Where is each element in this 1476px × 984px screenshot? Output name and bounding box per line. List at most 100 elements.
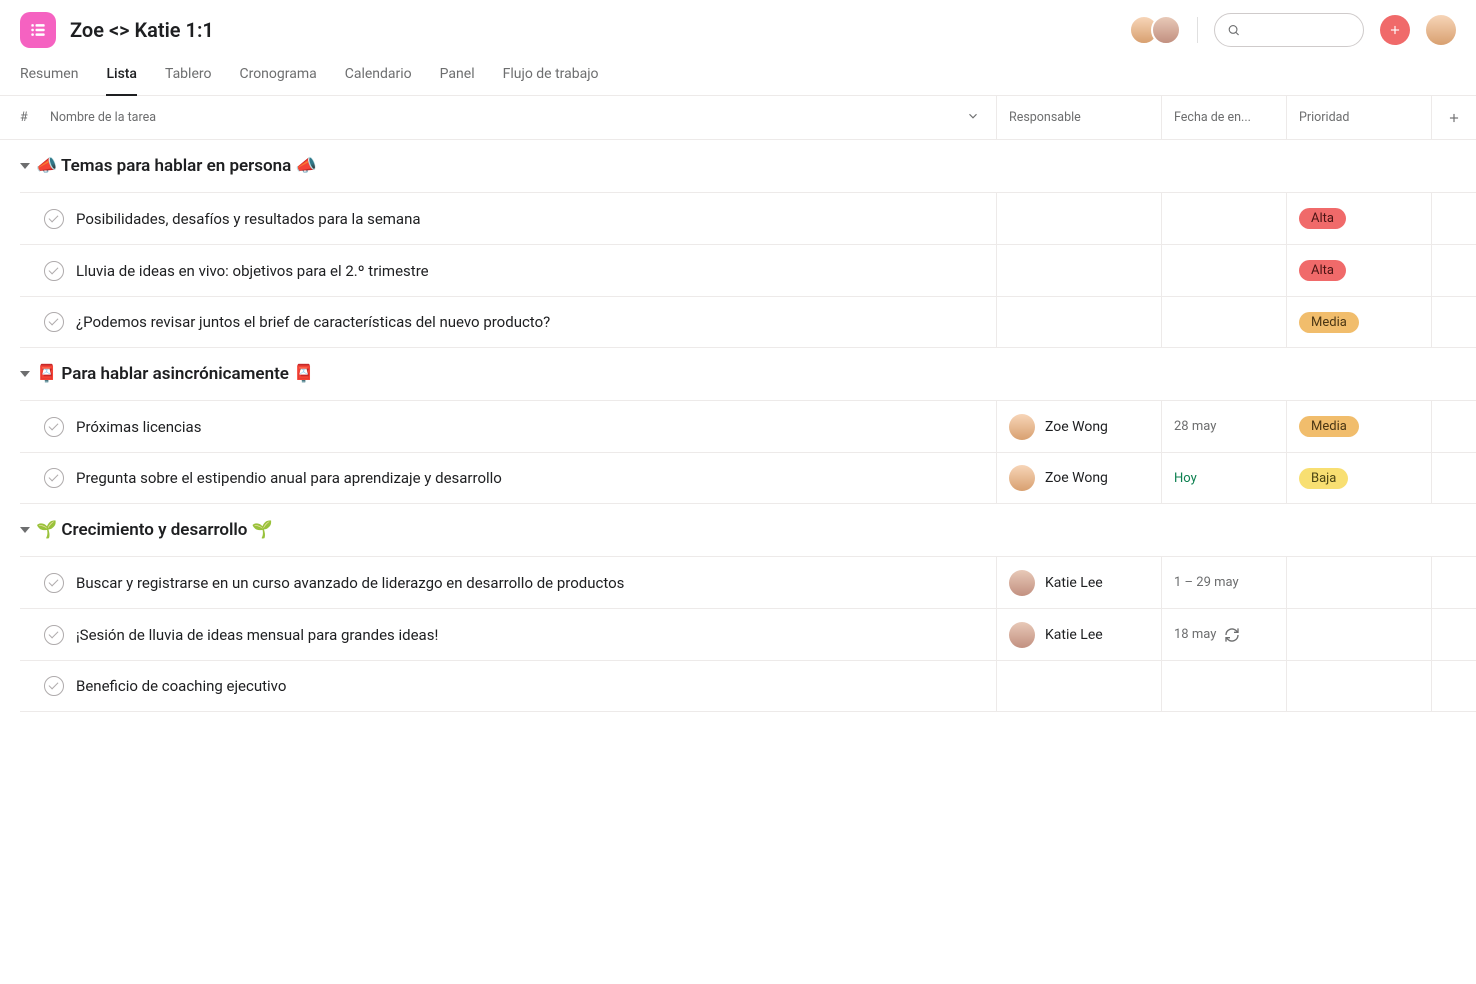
list-icon — [28, 20, 48, 40]
assignee-cell[interactable]: Zoe Wong — [996, 401, 1161, 452]
tab-lista[interactable]: Lista — [106, 58, 137, 96]
search-icon — [1227, 22, 1240, 38]
header: Zoe <> Katie 1:1 Resumen Lista Tablero Cron… — [0, 0, 1476, 96]
task-name-cell[interactable]: Posibilidades, desafíos y resultados par… — [20, 193, 996, 244]
assignee-avatar — [1009, 570, 1035, 596]
title-row: Zoe <> Katie 1:1 — [20, 12, 1456, 48]
tabs: Resumen Lista Tablero Cronograma Calendario P… — [20, 58, 1456, 95]
complete-checkbox[interactable] — [44, 312, 64, 332]
assignee-avatar — [1009, 465, 1035, 491]
task-row[interactable]: Beneficio de coaching ejecutivo — [20, 660, 1476, 712]
section: 📮 Para hablar asincrónicamente 📮Próximas… — [0, 348, 1476, 504]
section: 📣 Temas para hablar en persona 📣 Posibili… — [0, 140, 1476, 348]
avatar-katie[interactable] — [1151, 15, 1181, 45]
complete-checkbox[interactable] — [44, 209, 64, 229]
assignee-cell[interactable] — [996, 245, 1161, 296]
due-date-cell[interactable]: 28 may — [1161, 401, 1286, 452]
column-task-name[interactable]: Nombre de la tarea — [50, 109, 996, 127]
assignee-cell[interactable]: Zoe Wong — [996, 453, 1161, 503]
search-box[interactable] — [1214, 13, 1364, 47]
complete-checkbox[interactable] — [44, 676, 64, 696]
priority-cell[interactable]: Media — [1286, 297, 1431, 347]
priority-cell[interactable] — [1286, 661, 1431, 711]
tab-calendario[interactable]: Calendario — [345, 58, 412, 96]
priority-cell[interactable] — [1286, 557, 1431, 608]
due-date-cell[interactable] — [1161, 245, 1286, 296]
complete-checkbox[interactable] — [44, 417, 64, 437]
project-icon[interactable] — [20, 12, 56, 48]
section-title: 📣 Temas para hablar en persona 📣 — [36, 156, 317, 176]
task-name: Lluvia de ideas en vivo: objetivos para … — [76, 262, 429, 280]
member-avatars[interactable] — [1129, 15, 1181, 45]
due-date-cell[interactable] — [1161, 297, 1286, 347]
add-button[interactable] — [1380, 15, 1410, 45]
assignee-name: Katie Lee — [1045, 575, 1103, 591]
task-row[interactable]: ¡Sesión de lluvia de ideas mensual para … — [20, 608, 1476, 660]
divider — [1197, 17, 1198, 43]
plus-icon — [1388, 23, 1402, 37]
chevron-down-icon[interactable] — [966, 109, 980, 127]
task-name-cell[interactable]: Buscar y registrarse en un curso avanzad… — [20, 557, 996, 608]
priority-cell[interactable]: Media — [1286, 401, 1431, 452]
column-number[interactable]: # — [20, 110, 50, 125]
assignee-avatar — [1009, 414, 1035, 440]
task-row[interactable]: Posibilidades, desafíos y resultados par… — [20, 192, 1476, 244]
due-date: Hoy — [1174, 471, 1197, 486]
column-due-date[interactable]: Fecha de en... — [1161, 96, 1286, 139]
row-end-cell — [1431, 661, 1476, 711]
complete-checkbox[interactable] — [44, 261, 64, 281]
search-input[interactable] — [1248, 22, 1351, 38]
assignee-name: Katie Lee — [1045, 627, 1103, 643]
task-name-cell[interactable]: ¡Sesión de lluvia de ideas mensual para … — [20, 609, 996, 660]
priority-cell[interactable]: Alta — [1286, 193, 1431, 244]
priority-pill: Baja — [1299, 468, 1348, 489]
due-date-cell[interactable]: 18 may — [1161, 609, 1286, 660]
due-date-cell[interactable]: Hoy — [1161, 453, 1286, 503]
task-name-cell[interactable]: Lluvia de ideas en vivo: objetivos para … — [20, 245, 996, 296]
complete-checkbox[interactable] — [44, 468, 64, 488]
caret-down-icon — [20, 371, 30, 377]
project-title[interactable]: Zoe <> Katie 1:1 — [70, 18, 1115, 42]
priority-cell[interactable]: Baja — [1286, 453, 1431, 503]
assignee-cell[interactable]: Katie Lee — [996, 557, 1161, 608]
task-row[interactable]: Pregunta sobre el estipendio anual para … — [20, 452, 1476, 504]
priority-pill: Media — [1299, 416, 1359, 437]
row-end-cell — [1431, 297, 1476, 347]
column-assignee[interactable]: Responsable — [996, 96, 1161, 139]
column-task-name-label: Nombre de la tarea — [50, 110, 156, 125]
tab-flujo-de-trabajo[interactable]: Flujo de trabajo — [503, 58, 599, 96]
column-priority[interactable]: Prioridad — [1286, 96, 1431, 139]
task-row[interactable]: Lluvia de ideas en vivo: objetivos para … — [20, 244, 1476, 296]
task-name-cell[interactable]: ¿Podemos revisar juntos el brief de cara… — [20, 297, 996, 347]
section-title: 🌱 Crecimiento y desarrollo 🌱 — [36, 520, 273, 540]
section-header[interactable]: 📮 Para hablar asincrónicamente 📮 — [20, 348, 1476, 400]
assignee-cell[interactable] — [996, 193, 1161, 244]
task-name-cell[interactable]: Próximas licencias — [20, 401, 996, 452]
tab-resumen[interactable]: Resumen — [20, 58, 78, 96]
due-date-cell[interactable] — [1161, 193, 1286, 244]
task-name-cell[interactable]: Pregunta sobre el estipendio anual para … — [20, 453, 996, 503]
assignee-cell[interactable] — [996, 661, 1161, 711]
section-header[interactable]: 🌱 Crecimiento y desarrollo 🌱 — [20, 504, 1476, 556]
priority-cell[interactable] — [1286, 609, 1431, 660]
priority-cell[interactable]: Alta — [1286, 245, 1431, 296]
add-column-button[interactable] — [1431, 96, 1476, 139]
complete-checkbox[interactable] — [44, 573, 64, 593]
priority-pill: Media — [1299, 312, 1359, 333]
assignee-cell[interactable] — [996, 297, 1161, 347]
section-header[interactable]: 📣 Temas para hablar en persona 📣 — [20, 140, 1476, 192]
assignee-cell[interactable]: Katie Lee — [996, 609, 1161, 660]
due-date-cell[interactable]: 1 – 29 may — [1161, 557, 1286, 608]
task-row[interactable]: Buscar y registrarse en un curso avanzad… — [20, 556, 1476, 608]
task-name: ¡Sesión de lluvia de ideas mensual para … — [76, 626, 438, 644]
task-row[interactable]: ¿Podemos revisar juntos el brief de cara… — [20, 296, 1476, 348]
task-row[interactable]: Próximas licenciasZoe Wong28 may Media — [20, 400, 1476, 452]
complete-checkbox[interactable] — [44, 625, 64, 645]
tab-panel[interactable]: Panel — [440, 58, 475, 96]
tab-tablero[interactable]: Tablero — [165, 58, 211, 96]
tab-cronograma[interactable]: Cronograma — [239, 58, 316, 96]
task-name-cell[interactable]: Beneficio de coaching ejecutivo — [20, 661, 996, 711]
recurring-icon — [1224, 627, 1240, 643]
current-user-avatar[interactable] — [1426, 15, 1456, 45]
due-date-cell[interactable] — [1161, 661, 1286, 711]
